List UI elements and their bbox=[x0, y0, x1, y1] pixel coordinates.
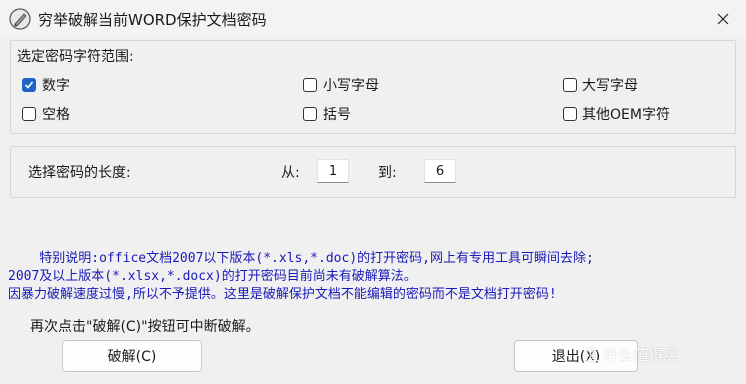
special-note: 特别说明:office文档2007以下版本(*.xls,*.doc)的打开密码,… bbox=[8, 250, 738, 304]
from-input[interactable]: 1 bbox=[317, 159, 349, 183]
checkbox-brackets[interactable] bbox=[303, 107, 317, 121]
checkbox-space-label[interactable]: 空格 bbox=[42, 104, 70, 124]
checkbox-brackets-label[interactable]: 括号 bbox=[323, 104, 351, 124]
checkbox-lowercase[interactable] bbox=[303, 78, 317, 92]
checkbox-digits[interactable] bbox=[22, 78, 36, 92]
checkbox-oem-label[interactable]: 其他OEM字符 bbox=[582, 104, 670, 124]
close-icon bbox=[717, 13, 729, 25]
to-label: 到: bbox=[378, 165, 397, 181]
note-line-1: 特别说明:office文档2007以下版本(*.xls,*.doc)的打开密码,… bbox=[8, 251, 594, 266]
length-label: 选择密码的长度: bbox=[28, 165, 131, 181]
checkbox-oem[interactable] bbox=[563, 107, 577, 121]
to-input[interactable]: 6 bbox=[424, 159, 456, 183]
checkbox-uppercase[interactable] bbox=[563, 78, 577, 92]
title-bar: 穷举破解当前WORD保护文档密码 bbox=[0, 0, 746, 38]
window-title: 穷举破解当前WORD保护文档密码 bbox=[38, 11, 267, 29]
checkbox-digits-label[interactable]: 数字 bbox=[42, 75, 70, 95]
close-button[interactable] bbox=[700, 0, 746, 38]
checkbox-uppercase-label[interactable]: 大写字母 bbox=[582, 75, 638, 95]
note-line-3: 因暴力破解速度过慢,所以不予提供。这里是破解保护文档不能编辑的密码而不是文档打开… bbox=[8, 287, 557, 302]
checkmark-icon bbox=[24, 81, 34, 89]
from-label: 从: bbox=[281, 165, 300, 181]
charset-legend: 选定密码字符范围: bbox=[17, 49, 134, 65]
note-line-2: 2007及以上版本(*.xlsx,*.docx)的打开密码目前尚未有破解算法。 bbox=[8, 269, 417, 284]
watermark: 值 什么值得买 bbox=[584, 346, 679, 364]
checkbox-space[interactable] bbox=[22, 107, 36, 121]
crack-button[interactable]: 破解(C) bbox=[62, 340, 202, 372]
interrupt-hint: 再次点击"破解(C)"按钮可中断破解。 bbox=[30, 319, 260, 335]
pencil-circle-icon bbox=[9, 8, 31, 30]
checkbox-lowercase-label[interactable]: 小写字母 bbox=[323, 75, 379, 95]
